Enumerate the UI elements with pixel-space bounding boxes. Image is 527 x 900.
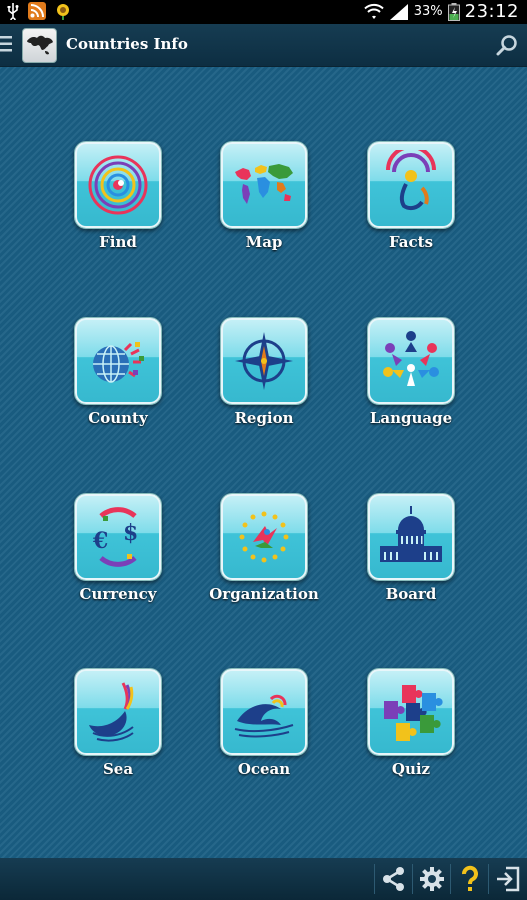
tile-label: Region [234,409,294,427]
tile-organization[interactable]: Organization [199,493,329,613]
people-circle-icon [383,331,439,386]
people-icon [386,150,436,211]
tile-find[interactable]: Find [53,141,183,261]
ocean-button[interactable] [220,668,308,756]
tile-label: Currency [79,585,157,603]
tile-label: Facts [388,233,434,251]
currency-icon: € $ [92,507,138,567]
board-button[interactable] [367,493,455,581]
clock-time: 23:12 [464,1,519,22]
region-button[interactable] [220,317,308,405]
tile-board[interactable]: Board [346,493,476,613]
tile-county[interactable]: County [53,317,183,437]
tile-sea[interactable]: Sea [53,668,183,788]
app-logo-icon[interactable] [22,28,57,63]
tile-language[interactable]: Language [346,317,476,437]
map-button[interactable] [220,141,308,229]
tile-label: Language [369,409,453,427]
help-icon[interactable] [456,865,484,893]
share-icon[interactable] [380,865,408,893]
language-button[interactable] [367,317,455,405]
world-map-icon [235,164,293,204]
divider [412,864,413,894]
tile-label: Map [245,233,283,251]
find-button[interactable] [74,141,162,229]
tile-map[interactable]: Map [199,141,329,261]
tile-label: Sea [102,760,134,778]
svg-text:$: $ [123,520,138,546]
battery-percent: 33% [413,4,443,19]
tile-label: Board [385,585,437,603]
status-bar: 33% 23:12 [0,0,527,24]
divider [374,864,375,894]
main-grid: Find Map Facts County Region Language € … [0,67,527,858]
tile-label: Ocean [237,760,291,778]
currency-button[interactable]: € $ [74,493,162,581]
exit-icon[interactable] [494,865,522,893]
app-title: Countries Info [66,35,188,53]
ocean-wave-icon [234,694,294,738]
capitol-icon [380,506,442,562]
facts-button[interactable] [367,141,455,229]
globe-icon [93,342,144,383]
puzzle-icon [384,685,443,741]
tile-label: County [88,409,148,427]
settings-icon[interactable] [418,865,446,893]
menu-icon[interactable] [0,33,14,55]
tile-label: Quiz [391,760,431,778]
bottom-bar [0,858,527,900]
tile-facts[interactable]: Facts [346,141,476,261]
target-icon [88,155,148,215]
usb-icon [7,3,19,20]
tile-ocean[interactable]: Ocean [199,668,329,788]
tile-currency[interactable]: € $ Currency [53,493,183,613]
compass-icon [235,332,293,390]
action-bar: Countries Info [0,24,527,67]
sea-wave-icon [89,682,134,742]
tile-label: Find [99,233,137,251]
stars-circle-icon [239,511,289,563]
sunflower-icon [57,4,69,20]
tile-quiz[interactable]: Quiz [346,668,476,788]
quiz-button[interactable] [367,668,455,756]
organization-button[interactable] [220,493,308,581]
tile-label: Organization [209,585,319,603]
svg-text:€: € [92,528,108,554]
wifi-icon [364,3,384,19]
rss-icon [28,2,46,20]
battery-icon [447,2,460,21]
sea-button[interactable] [74,668,162,756]
county-button[interactable] [74,317,162,405]
search-icon[interactable] [495,33,519,57]
tile-region[interactable]: Region [199,317,329,437]
signal-icon [389,3,408,20]
divider [450,864,451,894]
divider [488,864,489,894]
